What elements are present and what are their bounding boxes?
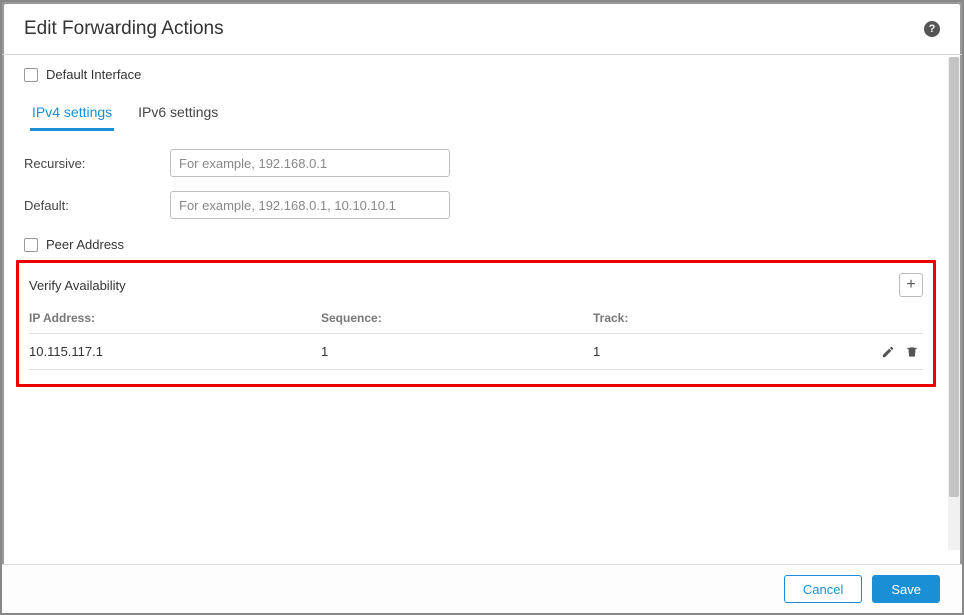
verify-table-row: 10.115.117.1 1 1 <box>29 333 923 370</box>
dialog-title: Edit Forwarding Actions <box>24 18 224 40</box>
dialog-header: Edit Forwarding Actions ? <box>2 2 962 55</box>
default-interface-checkbox[interactable] <box>24 68 38 82</box>
save-button[interactable]: Save <box>872 575 940 603</box>
dialog-body: Default Interface IPv4 settings IPv6 set… <box>2 55 948 564</box>
edit-row-button[interactable] <box>881 345 895 359</box>
scrollbar-thumb[interactable] <box>949 57 959 497</box>
recursive-input[interactable] <box>170 149 450 177</box>
recursive-label: Recursive: <box>24 156 170 171</box>
cell-sequence: 1 <box>321 344 593 359</box>
plus-icon: + <box>906 277 915 293</box>
dialog-body-wrap: Default Interface IPv4 settings IPv6 set… <box>2 55 962 564</box>
add-verify-button[interactable]: + <box>899 273 923 297</box>
cell-track: 1 <box>593 344 867 359</box>
verify-table-header: IP Address: Sequence: Track: <box>29 307 923 333</box>
verify-availability-section: Verify Availability + IP Address: Sequen… <box>16 260 936 387</box>
tab-ipv4-settings[interactable]: IPv4 settings <box>30 98 114 131</box>
peer-address-row: Peer Address <box>24 233 930 256</box>
verify-availability-label: Verify Availability <box>29 278 126 293</box>
row-actions <box>867 345 923 359</box>
tabs: IPv4 settings IPv6 settings <box>24 98 930 131</box>
pencil-icon <box>881 345 895 359</box>
peer-address-checkbox[interactable] <box>24 238 38 252</box>
delete-row-button[interactable] <box>905 345 919 359</box>
default-interface-label: Default Interface <box>46 67 141 82</box>
default-input[interactable] <box>170 191 450 219</box>
vertical-scrollbar[interactable] <box>948 57 960 550</box>
recursive-row: Recursive: <box>24 149 930 177</box>
trash-icon <box>905 345 919 359</box>
help-icon[interactable]: ? <box>924 21 940 37</box>
peer-address-label: Peer Address <box>46 237 124 252</box>
default-interface-row: Default Interface <box>24 63 930 86</box>
col-header-actions <box>867 311 923 325</box>
col-header-track: Track: <box>593 311 867 325</box>
default-row: Default: <box>24 191 930 219</box>
cell-ip: 10.115.117.1 <box>29 344 321 359</box>
cancel-button[interactable]: Cancel <box>784 575 862 603</box>
tab-ipv6-settings[interactable]: IPv6 settings <box>136 98 220 131</box>
col-header-sequence: Sequence: <box>321 311 593 325</box>
col-header-ip: IP Address: <box>29 311 321 325</box>
verify-heading-row: Verify Availability + <box>29 271 923 307</box>
default-label: Default: <box>24 198 170 213</box>
edit-forwarding-actions-dialog: Edit Forwarding Actions ? Default Interf… <box>2 2 962 613</box>
dialog-footer: Cancel Save <box>2 564 962 613</box>
